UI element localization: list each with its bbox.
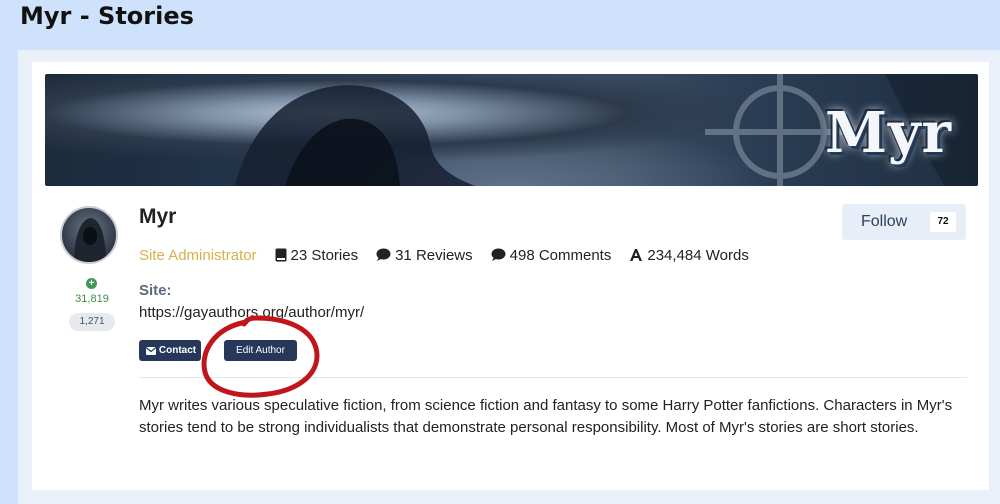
- follower-count: 72: [930, 212, 956, 232]
- font-icon: [630, 249, 643, 261]
- site-label: Site:: [139, 282, 172, 299]
- words-stat: 234,484 Words: [629, 246, 749, 264]
- reviews-stat[interactable]: 31 Reviews: [376, 247, 473, 264]
- edit-author-button[interactable]: Edit Author: [224, 340, 297, 361]
- follow-button-label: Follow: [861, 213, 908, 230]
- page-title: Myr - Stories: [20, 2, 194, 30]
- author-name[interactable]: Myr: [139, 205, 176, 229]
- comments-count: 498 Comments: [509, 246, 612, 264]
- reputation-count: 31,819: [75, 293, 109, 305]
- speech-bubble-icon: [376, 248, 391, 261]
- contact-button-label: Contact: [158, 345, 197, 356]
- reviews-count: 31 Reviews: [395, 246, 473, 264]
- stories-count: 23 Stories: [290, 246, 359, 264]
- hooded-figure-icon: [74, 218, 106, 262]
- avatar[interactable]: [60, 206, 118, 264]
- follow-button[interactable]: Follow 72: [842, 204, 966, 240]
- envelope-icon: [145, 346, 156, 355]
- banner-logo: Myr: [824, 100, 952, 166]
- author-bio: Myr writes various speculative fiction, …: [139, 397, 953, 436]
- words-count: 234,484 Words: [647, 246, 749, 264]
- comment-icon: [491, 248, 506, 261]
- author-banner: Myr: [45, 74, 978, 186]
- stories-stat[interactable]: 23 Stories: [275, 246, 359, 264]
- comments-stat[interactable]: 498 Comments: [491, 246, 612, 264]
- contact-button[interactable]: Contact: [139, 340, 201, 361]
- divider: [139, 377, 967, 378]
- site-url[interactable]: https://gayauthors.org/author/myr/: [139, 304, 364, 321]
- edit-author-button-label: Edit Author: [236, 345, 285, 356]
- author-role: Site Administrator: [139, 246, 257, 264]
- book-icon: [275, 248, 287, 262]
- post-count-badge: 1,271: [69, 313, 115, 331]
- author-stats: Site Administrator 23 Stories 31 Reviews…: [139, 245, 767, 265]
- plus-icon: +: [86, 278, 97, 289]
